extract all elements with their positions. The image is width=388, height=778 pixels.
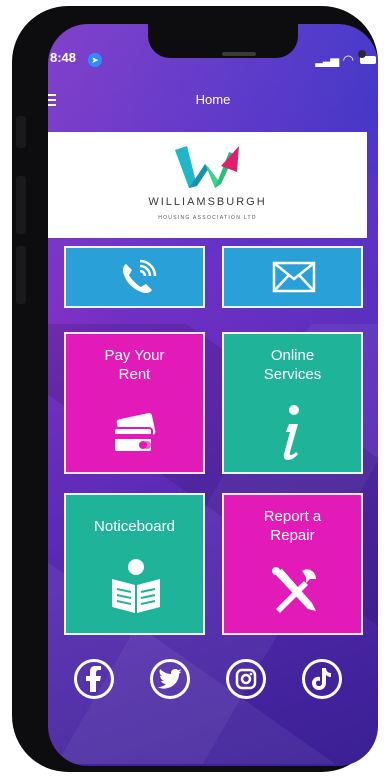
- nav-header: Home: [48, 86, 378, 126]
- info-icon: [283, 405, 299, 460]
- card-icon: [113, 413, 156, 453]
- noticeboard-tile[interactable]: Noticeboard: [64, 493, 205, 635]
- tiktok-button[interactable]: [302, 659, 342, 699]
- newspaper-icon: [112, 559, 160, 613]
- instagram-icon: [235, 668, 257, 690]
- page-title: Home: [195, 92, 231, 107]
- speaker-grille: [222, 52, 256, 56]
- tiktok-icon: [312, 668, 331, 690]
- tools-icon: [272, 567, 316, 613]
- volume-up-button: [16, 176, 26, 234]
- front-camera: [358, 50, 366, 58]
- williamsburgh-logo-icon: [175, 146, 239, 188]
- online-services-tile[interactable]: Online Services: [222, 332, 363, 474]
- twitter-icon: [158, 669, 182, 689]
- facebook-icon: [86, 666, 101, 692]
- volume-down-button: [16, 246, 26, 304]
- pay-rent-tile[interactable]: Pay Your Rent: [64, 332, 205, 474]
- phone-frame: 8:48 ➤ ▂▃▅ ◠ Home WILLIAMSBURGH HOUSING …: [12, 6, 378, 772]
- app-screen: 8:48 ➤ ▂▃▅ ◠ Home WILLIAMSBURGH HOUSING …: [48, 24, 378, 766]
- logo-subtitle: HOUSING ASSOCIATION LTD: [158, 215, 257, 221]
- instagram-button[interactable]: [226, 659, 266, 699]
- online-services-label: Online Services: [263, 347, 322, 383]
- envelope-icon: [272, 261, 316, 293]
- twitter-button[interactable]: [150, 659, 190, 699]
- silent-switch: [16, 116, 26, 148]
- call-tile[interactable]: [64, 246, 205, 308]
- email-tile[interactable]: [222, 246, 363, 308]
- notch: [148, 24, 366, 58]
- logo-banner: WILLIAMSBURGH HOUSING ASSOCIATION LTD: [48, 132, 367, 238]
- wifi-icon: ◠: [342, 52, 354, 67]
- noticeboard-label: Noticeboard: [94, 518, 175, 535]
- signal-icon: ▂▃▅: [315, 55, 339, 67]
- location-arrow-icon: ➤: [88, 53, 102, 67]
- logo-name: WILLIAMSBURGH: [148, 196, 267, 208]
- facebook-button[interactable]: [74, 659, 114, 699]
- phone-icon: [122, 259, 157, 294]
- report-repair-label: Report a Repair: [263, 508, 322, 544]
- report-repair-tile[interactable]: Report a Repair: [222, 493, 363, 635]
- status-time: 8:48: [50, 50, 77, 65]
- pay-rent-label: Pay Your Rent: [104, 347, 165, 383]
